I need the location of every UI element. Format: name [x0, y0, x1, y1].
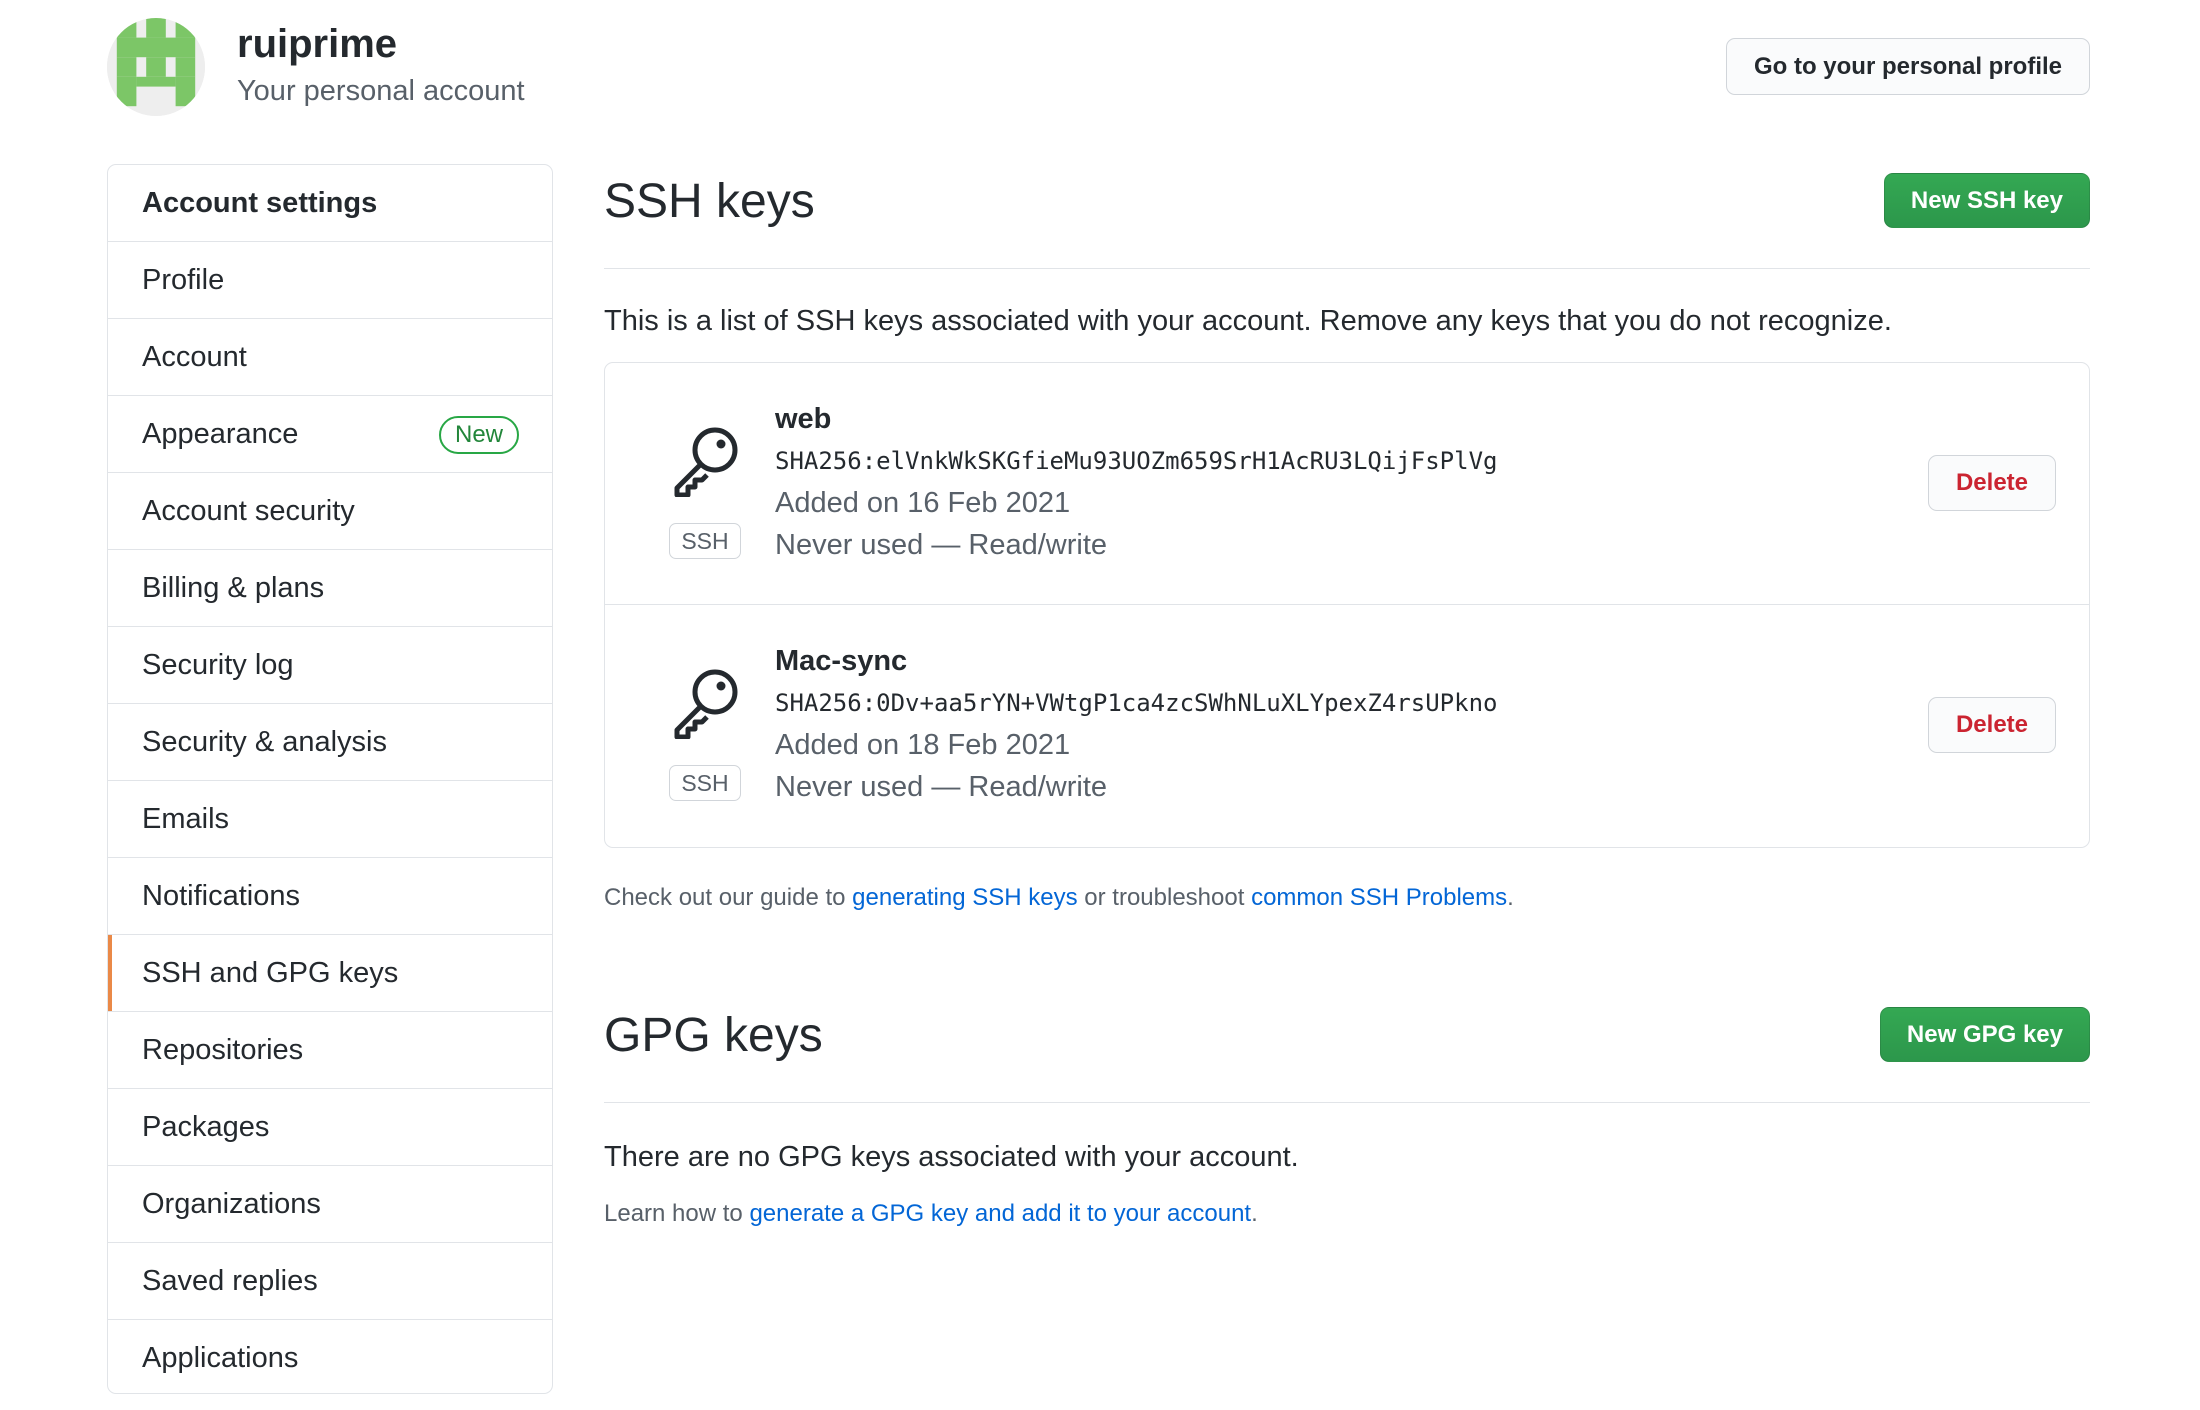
avatar[interactable] [107, 18, 205, 116]
account-header: ruiprime Your personal account Go to you… [107, 18, 2090, 120]
main-content: SSH keys New SSH key This is a list of S… [604, 164, 2090, 1228]
sidebar-item-notifications[interactable]: Notifications [108, 858, 552, 935]
ssh-guide-text: Check out our guide to generating SSH ke… [604, 884, 2090, 912]
sidebar-item-packages[interactable]: Packages [108, 1089, 552, 1166]
sidebar-item-emails[interactable]: Emails [108, 781, 552, 858]
ssh-key-item: SSH web SHA256:elVnkWkSKGfieMu93UOZm659S… [605, 363, 2089, 605]
sidebar-item-label: Security & analysis [142, 725, 387, 758]
new-badge: New [438, 416, 519, 454]
sidebar-item-saved-replies[interactable]: Saved replies [108, 1243, 552, 1320]
gpg-empty-text: There are no GPG keys associated with yo… [604, 1141, 1299, 1173]
ssh-type-label: SSH [669, 523, 741, 559]
sidebar-item-repositories[interactable]: Repositories [108, 1012, 552, 1089]
go-to-profile-button[interactable]: Go to your personal profile [1726, 38, 2090, 95]
ssh-key-usage: Never used — Read/write [775, 771, 1108, 803]
ssh-key-title: web [775, 403, 832, 435]
sidebar-item-label: Billing & plans [142, 571, 325, 604]
ssh-key-added-date: Added on 18 Feb 2021 [775, 729, 1071, 761]
delete-ssh-key-button[interactable]: Delete [1928, 455, 2056, 511]
sidebar-item-label: Repositories [142, 1033, 304, 1066]
settings-sidebar: Account settings Profile Account Appeara… [107, 164, 553, 1394]
sidebar-item-label: Account security [142, 494, 355, 527]
generate-gpg-key-link[interactable]: generate a GPG key and add it to your ac… [749, 1200, 1251, 1227]
guide-middle: or troubleshoot [1077, 884, 1252, 911]
sidebar-item-label: Packages [142, 1110, 270, 1143]
sidebar-heading: Account settings [108, 165, 552, 242]
sidebar-item-appearance[interactable]: Appearance New [108, 396, 552, 473]
gpg-keys-section: GPG keys New GPG key There are no GPG ke… [604, 998, 2090, 1228]
sidebar-item-label: Profile [142, 263, 225, 296]
key-icon-group: SSH [669, 667, 741, 801]
gpg-section-header: GPG keys New GPG key [604, 998, 2090, 1103]
ssh-key-title: Mac-sync [775, 645, 908, 677]
key-icon [674, 427, 738, 497]
gpg-keys-title: GPG keys [604, 1009, 823, 1062]
sidebar-item-label: Account [142, 340, 247, 373]
delete-ssh-key-button[interactable]: Delete [1928, 697, 2056, 753]
new-ssh-key-button[interactable]: New SSH key [1883, 173, 2090, 228]
username[interactable]: ruiprime [237, 22, 397, 67]
learn-prefix: Learn how to [604, 1200, 750, 1227]
account-subtitle: Your personal account [237, 75, 525, 107]
sidebar-item-security-log[interactable]: Security log [108, 627, 552, 704]
ssh-type-label: SSH [669, 765, 741, 801]
sidebar-item-billing[interactable]: Billing & plans [108, 550, 552, 627]
sidebar-item-label: Applications [142, 1342, 299, 1374]
gpg-learn-text: Learn how to generate a GPG key and add … [604, 1200, 2090, 1228]
sidebar-item-applications[interactable]: Applications [108, 1320, 552, 1393]
learn-suffix: . [1251, 1200, 1258, 1227]
identicon-image [107, 18, 205, 116]
new-gpg-key-button[interactable]: New GPG key [1879, 1007, 2090, 1062]
sidebar-item-account[interactable]: Account [108, 319, 552, 396]
ssh-key-list: SSH web SHA256:elVnkWkSKGfieMu93UOZm659S… [604, 362, 2090, 848]
sidebar-item-label: Emails [142, 802, 230, 835]
sidebar-item-label: SSH and GPG keys [142, 956, 399, 989]
sidebar-item-account-security[interactable]: Account security [108, 473, 552, 550]
sidebar-item-label: Appearance [142, 417, 299, 450]
generating-ssh-keys-link[interactable]: generating SSH keys [852, 884, 1077, 911]
key-icon [674, 669, 738, 739]
sidebar-item-profile[interactable]: Profile [108, 242, 552, 319]
sidebar-item-label: Organizations [142, 1187, 321, 1220]
ssh-keys-section: SSH keys New SSH key This is a list of S… [604, 164, 2090, 912]
guide-suffix: . [1507, 884, 1514, 911]
guide-prefix: Check out our guide to [604, 884, 853, 911]
ssh-intro-text: This is a list of SSH keys associated wi… [604, 305, 1892, 337]
ssh-key-added-date: Added on 16 Feb 2021 [775, 487, 1071, 519]
sidebar-item-ssh-gpg-keys[interactable]: SSH and GPG keys [108, 935, 552, 1012]
ssh-key-fingerprint: SHA256:elVnkWkSKGfieMu93UOZm659SrH1AcRU3… [775, 447, 1498, 475]
sidebar-item-label: Security log [142, 648, 294, 681]
sidebar-item-security-analysis[interactable]: Security & analysis [108, 704, 552, 781]
ssh-key-fingerprint: SHA256:0Dv+aa5rYN+VWtgP1ca4zcSWhNLuXLYpe… [775, 689, 1498, 717]
common-ssh-problems-link[interactable]: common SSH Problems [1251, 884, 1507, 911]
sidebar-item-organizations[interactable]: Organizations [108, 1166, 552, 1243]
ssh-keys-title: SSH keys [604, 175, 815, 228]
settings-page: ruiprime Your personal account Go to you… [0, 0, 2200, 1410]
sidebar-item-label: Saved replies [142, 1264, 318, 1297]
ssh-key-usage: Never used — Read/write [775, 529, 1108, 561]
sidebar-item-label: Notifications [142, 879, 300, 912]
ssh-section-header: SSH keys New SSH key [604, 164, 2090, 269]
ssh-key-item: SSH Mac-sync SHA256:0Dv+aa5rYN+VWtgP1ca4… [605, 605, 2089, 847]
key-icon-group: SSH [669, 425, 741, 559]
